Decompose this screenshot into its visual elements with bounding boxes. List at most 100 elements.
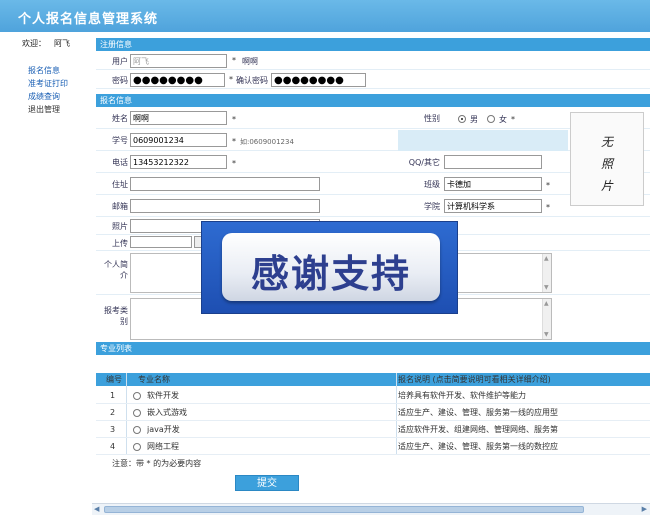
gender-label: 性别 — [424, 114, 440, 123]
major-description[interactable]: 适应生产、建设、管理、服务第一线的数控应... — [398, 439, 558, 455]
gender-female-radio[interactable] — [487, 115, 495, 123]
password-input[interactable] — [130, 73, 225, 87]
required-mark: * — [229, 75, 233, 84]
student-id-hint: 如:0609001234 — [240, 138, 294, 146]
major-number: 4 — [110, 442, 116, 451]
sidebar-item-signup-info[interactable]: 报名信息 — [28, 64, 68, 77]
scroll-right-icon[interactable]: ▶ — [642, 505, 647, 513]
sidebar-item-admission-ticket[interactable]: 准考证打印 — [28, 77, 68, 90]
thanks-text: 感谢支持 — [250, 252, 411, 296]
major-description[interactable]: 培养具有软件开发、软件维护等能力 — [398, 388, 558, 404]
welcome-text: 欢迎： 阿飞 — [22, 38, 70, 49]
required-mark: * — [232, 137, 236, 146]
user-row: 用户 * 啊啊 — [96, 52, 650, 70]
user-input[interactable] — [130, 54, 227, 68]
major-description[interactable]: 适应软件开发、组建网络、管理网络、服务第... — [398, 422, 558, 438]
user-label: 用户 — [112, 57, 128, 66]
phone-row: 电话 * QQ/其它 — [96, 152, 650, 173]
college-input[interactable] — [444, 199, 542, 213]
password-row: 密码 * 确认密码 — [96, 71, 650, 89]
major-radio[interactable] — [133, 409, 141, 417]
phone-input[interactable] — [130, 155, 227, 169]
major-radio[interactable] — [133, 443, 141, 451]
upload-label: 上传 — [112, 239, 128, 248]
qq-label: QQ/其它 — [408, 158, 440, 167]
qq-input[interactable] — [444, 155, 542, 169]
major-name: 网络工程 — [147, 442, 179, 451]
intro-label: 个人简介 — [104, 260, 128, 280]
signup-section-header: 报名信息 — [96, 94, 650, 107]
thanks-banner: 感谢支持 — [201, 221, 458, 314]
required-mark: * — [546, 181, 550, 190]
required-mark: * — [546, 203, 550, 212]
textarea-scrollbar[interactable] — [542, 299, 551, 339]
major-radio[interactable] — [133, 426, 141, 434]
sidebar-item-logout[interactable]: 退出管理 — [28, 103, 68, 116]
password-label: 密码 — [112, 76, 128, 85]
student-id-input[interactable] — [130, 133, 227, 147]
photo-placeholder-char: 无 — [600, 135, 613, 149]
thanks-banner-inner: 感谢支持 — [222, 233, 440, 301]
submit-button[interactable]: 提交 — [235, 475, 299, 491]
required-notice: 注意：带 * 的为必要内容 — [112, 459, 202, 468]
photo-placeholder-char: 片 — [600, 179, 613, 193]
table-row: 1 软件开发 培养具有软件开发、软件维护等能力 — [96, 388, 650, 404]
gender-male-radio[interactable] — [458, 115, 466, 123]
column-header: 专业名称 — [138, 375, 170, 384]
sidebar-item-score-query[interactable]: 成绩查询 — [28, 90, 68, 103]
required-mark: * — [232, 115, 236, 124]
welcome-label: 欢迎： — [22, 39, 46, 48]
highlight-cell — [398, 130, 568, 151]
gender-female-label: 女 — [499, 115, 507, 124]
sidebar-nav: 报名信息 准考证打印 成绩查询 退出管理 — [28, 64, 68, 116]
major-radio[interactable] — [133, 392, 141, 400]
horizontal-scrollbar[interactable]: ◀ ▶ — [92, 503, 650, 515]
user-note: 啊啊 — [242, 57, 258, 66]
major-name: 嵌入式游戏 — [147, 408, 187, 417]
required-mark: * — [232, 159, 236, 168]
college-label: 学院 — [424, 202, 440, 211]
app-title: 个人报名信息管理系统 — [18, 12, 159, 27]
name-input[interactable] — [130, 111, 227, 125]
sidebar: 欢迎： 阿飞 报名信息 准考证打印 成绩查询 退出管理 — [0, 32, 92, 502]
upload-path-input[interactable] — [130, 236, 192, 248]
gender-male-label: 男 — [470, 115, 478, 124]
textarea-scrollbar[interactable] — [542, 254, 551, 292]
class-label: 班级 — [424, 180, 440, 189]
email-label: 邮箱 — [112, 202, 128, 211]
scrollbar-thumb[interactable] — [104, 506, 584, 513]
student-id-label: 学号 — [112, 136, 128, 145]
major-name: java开发 — [147, 425, 180, 434]
title-bar: 个人报名信息管理系统 — [0, 0, 650, 32]
column-header: 编号 — [106, 375, 122, 384]
category-label: 报考类别 — [104, 306, 128, 326]
table-row: 4 网络工程 适应生产、建设、管理、服务第一线的数控应... — [96, 439, 650, 455]
table-row: 3 java开发 适应软件开发、组建网络、管理网络、服务第... — [96, 422, 650, 438]
majors-table-header: 编号 专业名称 报名说明 (点击简要说明可看相关详细介绍) — [96, 373, 650, 386]
address-row: 住址 班级 * — [96, 174, 650, 195]
user-name: 阿飞 — [54, 39, 70, 48]
scroll-left-icon[interactable]: ◀ — [94, 505, 99, 513]
name-label: 姓名 — [112, 114, 128, 123]
photo-label: 照片 — [112, 222, 128, 231]
class-input[interactable] — [444, 177, 542, 191]
address-input[interactable] — [130, 177, 320, 191]
confirm-password-input[interactable] — [271, 73, 366, 87]
major-description[interactable]: 适应生产、建设、管理、服务第一线的应用型... — [398, 405, 558, 421]
required-mark: * — [232, 56, 236, 65]
register-section-header: 注册信息 — [96, 38, 650, 51]
major-number: 3 — [110, 425, 116, 434]
major-number: 1 — [110, 391, 116, 400]
address-label: 住址 — [112, 180, 128, 189]
phone-label: 电话 — [112, 158, 128, 167]
photo-placeholder-char: 照 — [600, 157, 613, 171]
photo-placeholder: 无 照 片 — [570, 112, 644, 206]
student-id-row: 学号 * 如:0609001234 — [96, 130, 650, 151]
confirm-password-label: 确认密码 — [236, 76, 268, 85]
majors-section-header: 专业列表 — [96, 342, 650, 355]
major-name: 软件开发 — [147, 391, 179, 400]
major-number: 2 — [110, 408, 116, 417]
email-row: 邮箱 学院 * — [96, 196, 650, 217]
table-row: 2 嵌入式游戏 适应生产、建设、管理、服务第一线的应用型... — [96, 405, 650, 421]
email-input[interactable] — [130, 199, 320, 213]
